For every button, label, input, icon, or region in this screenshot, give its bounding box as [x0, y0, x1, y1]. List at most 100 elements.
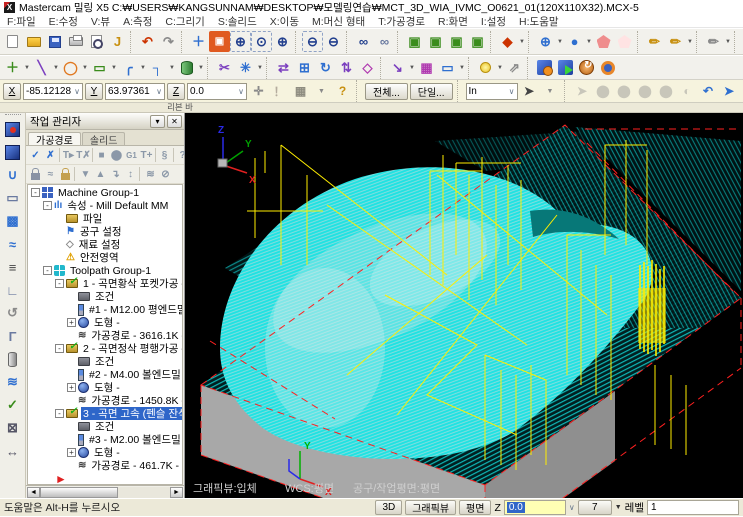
pan-icon[interactable]: ＋	[188, 31, 209, 52]
cursor-dropdown-icon[interactable]: ▼	[541, 82, 560, 101]
z-coord-field[interactable]: 0.0 ∨	[187, 82, 247, 100]
level-field[interactable]: 1	[647, 500, 739, 515]
zoom-target-icon[interactable]: ⊙	[251, 31, 272, 52]
menu-create[interactable]: C:그리기	[165, 14, 204, 29]
tree-row[interactable]: - ılı 속성 - Mill Default MM	[28, 199, 182, 212]
cplane-sphere-icon[interactable]: ●	[564, 31, 585, 52]
menu-solids[interactable]: S:솔리드	[218, 14, 257, 29]
analyze-binoculars-icon[interactable]: ∞	[353, 31, 374, 52]
zoom-window-icon[interactable]: ⊕	[230, 31, 251, 52]
expander-icon[interactable]: +	[67, 383, 76, 392]
tree-row[interactable]: ≋가공경로 - 1450.8K - MCT_3	[28, 394, 182, 407]
attributes-pencil-icon[interactable]: ✏	[644, 31, 665, 52]
scroll-left-button[interactable]: ◄	[27, 486, 40, 498]
xform-project-icon[interactable]: ↘	[387, 57, 408, 78]
tree-row[interactable]: ≋가공경로 - 3616.1K - MCT_3	[28, 329, 182, 342]
verify-solid-icon[interactable]	[534, 57, 555, 78]
tree-row[interactable]: ◇ 재료 설정	[28, 238, 182, 251]
clear-dropdown-icon[interactable]: ▼	[724, 31, 732, 52]
arc-dropdown-icon[interactable]: ▼	[81, 57, 89, 78]
plane-back-icon[interactable]	[614, 31, 635, 52]
clamp-icon[interactable]: Γ	[2, 326, 24, 346]
menu-edit[interactable]: E:수정	[49, 14, 78, 29]
cube-red-dot-icon[interactable]	[2, 119, 24, 139]
misc-values-icon[interactable]: §	[157, 147, 172, 163]
move-up-icon[interactable]: ▲	[93, 166, 108, 182]
tree-row[interactable]: #2 - M4.00 볼엔드밀 -	[28, 368, 182, 381]
xform-translate-icon[interactable]: ⇄	[273, 57, 294, 78]
expander-icon[interactable]: -	[31, 188, 40, 197]
zoom-in-icon[interactable]: ⊕	[272, 31, 293, 52]
gview-isometric-icon[interactable]: ▣	[467, 31, 488, 52]
tree-row[interactable]: + 도형 -	[28, 316, 182, 329]
gview-side-icon[interactable]: ▣	[446, 31, 467, 52]
screen-dropdown-icon[interactable]: ▼	[458, 57, 466, 78]
lock-toolpath-icon[interactable]	[28, 166, 43, 182]
tool-list-icon[interactable]: ≡	[2, 257, 24, 277]
regen-selected-icon[interactable]: T▸	[61, 147, 76, 163]
menu-help[interactable]: H:도움말	[519, 14, 558, 29]
menu-file[interactable]: F:파일	[7, 14, 36, 29]
expander-icon[interactable]: -	[43, 201, 52, 210]
create-arc-icon[interactable]: ◯	[60, 57, 81, 78]
y-coord-button[interactable]: Y	[85, 82, 103, 100]
planes-button[interactable]: 평면	[459, 500, 492, 515]
toolpath-display-icon[interactable]: ≈	[43, 166, 58, 182]
shade-toggle-icon[interactable]: ⇗	[504, 57, 525, 78]
new-file-icon[interactable]	[2, 31, 23, 52]
machine-simulation-icon[interactable]	[576, 57, 597, 78]
x-coord-button[interactable]: X	[3, 82, 21, 100]
cube-icon[interactable]	[2, 142, 24, 162]
xform-offset-icon[interactable]: ◇	[357, 57, 378, 78]
color-dropdown-icon[interactable]: ▼	[615, 504, 622, 511]
regen-dirty-icon[interactable]: T✗	[76, 147, 91, 163]
operations-manager-icon[interactable]	[597, 57, 618, 78]
attributes-clear-icon[interactable]: ✏	[703, 31, 724, 52]
analyze-binoculars-2-icon[interactable]: ∞	[374, 31, 395, 52]
fillet-dropdown-icon[interactable]: ▼	[139, 57, 147, 78]
shading-dropdown-icon[interactable]: ▼	[496, 57, 504, 78]
insert-arrow-icon[interactable]: ↴	[108, 166, 123, 182]
wcs-globe-icon[interactable]: ⊕	[535, 31, 556, 52]
trim-break-icon[interactable]: ✂	[214, 57, 235, 78]
spiral-square-icon[interactable]: ▩	[2, 211, 24, 231]
fast-point-icon[interactable]: ✛	[249, 82, 268, 101]
zoom-out-icon[interactable]: ⊖	[323, 31, 344, 52]
no-copy-icon[interactable]: ⊘	[158, 166, 173, 182]
gview-top-icon[interactable]: ▣	[404, 31, 425, 52]
gview-front-icon[interactable]: ▣	[425, 31, 446, 52]
tab-toolpaths[interactable]: 가공경로	[28, 132, 81, 147]
z-depth-field[interactable]: 0.0	[503, 500, 566, 515]
create-fillet-icon[interactable]: ╭	[118, 57, 139, 78]
tree-row[interactable]: 파일	[28, 212, 182, 225]
menu-machine-type[interactable]: M:머신 형태	[312, 14, 365, 29]
tab-solids[interactable]: 솔리드	[81, 132, 126, 147]
menu-xform[interactable]: X:이동	[270, 14, 299, 29]
tree-row-selected[interactable]: -3 - 곡면 고속 (펜슬 잔삭 경로) -	[28, 407, 182, 420]
tree-row[interactable]: ≋가공경로 - 461.7K - MCT_3D	[28, 459, 182, 472]
in-selection-combo[interactable]: In ∨	[465, 82, 518, 100]
arc-reverse-icon[interactable]: ↺	[2, 303, 24, 323]
insert-position-row[interactable]: ►	[28, 472, 182, 485]
move-down-icon[interactable]: ▼	[78, 166, 93, 182]
menu-view[interactable]: V:뷰	[91, 14, 110, 29]
tree-row[interactable]: 조건	[28, 420, 182, 433]
move-updown-icon[interactable]: ↕	[123, 166, 138, 182]
ops-verify-shape-icon[interactable]: ⬤	[109, 147, 124, 163]
cplane-dropdown-icon[interactable]: ▼	[585, 31, 593, 52]
tree-row[interactable]: - Machine Group-1	[28, 186, 182, 199]
cylinder-icon[interactable]	[2, 349, 24, 369]
file-convert-icon[interactable]: J	[107, 31, 128, 52]
menu-analyze[interactable]: A:측정	[123, 14, 152, 29]
create-chamfer-icon[interactable]: ┐	[147, 57, 168, 78]
analyze-snowflake-icon[interactable]: ✳	[235, 57, 256, 78]
xform-mirror-icon[interactable]: ⇅	[336, 57, 357, 78]
unselect-all-ops-icon[interactable]: ✗	[43, 147, 58, 163]
tree-row[interactable]: ⚑ 공구 설정	[28, 225, 182, 238]
undo-icon[interactable]: ↶	[137, 31, 158, 52]
menu-settings[interactable]: I:설정	[481, 14, 506, 29]
tree-row[interactable]: ⚠ 안전영역	[28, 251, 182, 264]
create-primitive-icon[interactable]	[176, 57, 197, 78]
hook-icon[interactable]: ∪	[2, 165, 24, 185]
tree-row[interactable]: - Toolpath Group-1	[28, 264, 182, 277]
